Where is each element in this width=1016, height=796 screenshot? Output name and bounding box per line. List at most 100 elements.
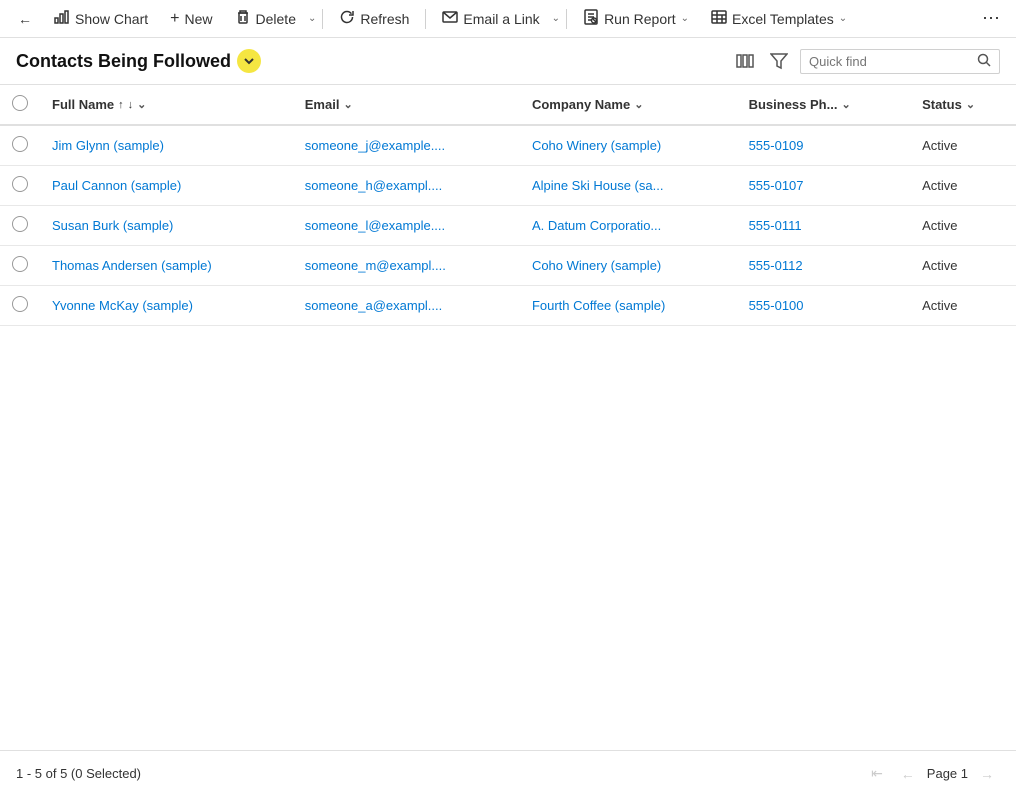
link-full-name[interactable]: Susan Burk (sample): [52, 218, 173, 233]
excel-templates-label: Excel Templates: [732, 11, 834, 27]
prev-page-button[interactable]: ←: [895, 762, 921, 786]
link-email[interactable]: someone_j@example....: [305, 138, 445, 153]
excel-icon: [711, 9, 727, 28]
report-icon: [583, 9, 599, 28]
header-actions: [732, 48, 1000, 74]
col-label-full-name: Full Name: [52, 97, 114, 112]
email-dropdown-arrow[interactable]: ⌄: [552, 13, 560, 24]
link-email[interactable]: someone_l@example....: [305, 218, 445, 233]
link-email[interactable]: someone_a@exampl....: [305, 298, 443, 313]
separator-3: [566, 9, 567, 29]
refresh-button[interactable]: Refresh: [329, 4, 419, 33]
col-header-status[interactable]: Status ⌄: [910, 85, 1016, 125]
view-title-dropdown[interactable]: [237, 49, 261, 73]
search-box: [800, 49, 1000, 74]
filter-button[interactable]: [766, 48, 792, 74]
cell-status: Active: [910, 125, 1016, 166]
row-checkbox[interactable]: [12, 256, 28, 272]
col-header-email[interactable]: Email ⌄: [293, 85, 520, 125]
col-label-business-phone: Business Ph...: [749, 97, 838, 112]
row-checkbox[interactable]: [12, 216, 28, 232]
link-business-phone[interactable]: 555-0111: [749, 218, 802, 233]
next-page-button[interactable]: →: [974, 762, 1000, 786]
page-label: Page 1: [927, 766, 968, 781]
col-dropdown-email[interactable]: ⌄: [343, 98, 352, 111]
row-select-cell: [0, 286, 40, 326]
search-input[interactable]: [809, 54, 977, 69]
cell-full-name: Susan Burk (sample): [40, 206, 293, 246]
cell-company-name: Coho Winery (sample): [520, 246, 737, 286]
refresh-label: Refresh: [360, 11, 409, 27]
cell-email: someone_m@exampl....: [293, 246, 520, 286]
link-full-name[interactable]: Yvonne McKay (sample): [52, 298, 193, 313]
more-options-button[interactable]: ⋯: [974, 3, 1008, 34]
show-chart-button[interactable]: Show Chart: [44, 4, 158, 33]
select-all-checkbox[interactable]: [12, 95, 28, 111]
link-business-phone[interactable]: 555-0100: [749, 298, 804, 313]
link-email[interactable]: someone_m@exampl....: [305, 258, 446, 273]
link-full-name[interactable]: Paul Cannon (sample): [52, 178, 181, 193]
cell-company-name: A. Datum Corporatio...: [520, 206, 737, 246]
status-badge: Active: [922, 298, 957, 313]
cell-email: someone_h@exampl....: [293, 166, 520, 206]
table-row: Yvonne McKay (sample) someone_a@exampl...…: [0, 286, 1016, 326]
col-dropdown-full-name[interactable]: ⌄: [137, 98, 146, 111]
table-body: Jim Glynn (sample) someone_j@example.... C…: [0, 125, 1016, 326]
view-title: Contacts Being Followed: [16, 49, 261, 73]
link-full-name[interactable]: Jim Glynn (sample): [52, 138, 164, 153]
link-full-name[interactable]: Thomas Andersen (sample): [52, 258, 212, 273]
col-header-full-name[interactable]: Full Name ↑ ↓ ⌄: [40, 85, 293, 125]
link-company-name[interactable]: Alpine Ski House (sa...: [532, 178, 664, 193]
link-company-name[interactable]: Fourth Coffee (sample): [532, 298, 665, 313]
email-link-button[interactable]: Email a Link: [432, 4, 549, 33]
col-label-status: Status: [922, 97, 962, 112]
back-icon: ←: [18, 11, 32, 27]
col-dropdown-status[interactable]: ⌄: [966, 98, 975, 111]
status-badge: Active: [922, 138, 957, 153]
new-label: New: [185, 11, 213, 27]
cell-status: Active: [910, 246, 1016, 286]
row-checkbox[interactable]: [12, 176, 28, 192]
row-checkbox[interactable]: [12, 296, 28, 312]
col-label-company-name: Company Name: [532, 97, 630, 112]
col-header-business-phone[interactable]: Business Ph... ⌄: [737, 85, 911, 125]
col-dropdown-business-phone[interactable]: ⌄: [841, 98, 850, 111]
link-business-phone[interactable]: 555-0109: [749, 138, 804, 153]
toolbar: ← Show Chart + New Delete ⌄: [0, 0, 1016, 38]
search-icon[interactable]: [977, 53, 991, 70]
link-business-phone[interactable]: 555-0112: [749, 258, 803, 273]
table-row: Jim Glynn (sample) someone_j@example.... C…: [0, 125, 1016, 166]
first-page-button[interactable]: ⇤: [865, 761, 889, 786]
cell-business-phone: 555-0112: [737, 246, 911, 286]
delete-dropdown-arrow[interactable]: ⌄: [308, 13, 316, 24]
row-checkbox[interactable]: [12, 136, 28, 152]
contacts-table: Full Name ↑ ↓ ⌄ Email ⌄ Company Name: [0, 85, 1016, 326]
column-chooser-button[interactable]: [732, 48, 758, 74]
delete-button[interactable]: Delete: [225, 4, 306, 33]
cell-email: someone_l@example....: [293, 206, 520, 246]
run-report-button[interactable]: Run Report ⌄: [573, 4, 699, 33]
back-button[interactable]: ←: [8, 6, 42, 32]
link-company-name[interactable]: A. Datum Corporatio...: [532, 218, 661, 233]
link-company-name[interactable]: Coho Winery (sample): [532, 138, 661, 153]
table-header-row: Full Name ↑ ↓ ⌄ Email ⌄ Company Name: [0, 85, 1016, 125]
email-link-label: Email a Link: [463, 11, 539, 27]
col-header-company-name[interactable]: Company Name ⌄: [520, 85, 737, 125]
excel-templates-button[interactable]: Excel Templates ⌄: [701, 4, 857, 33]
delete-icon: [235, 9, 251, 28]
new-button[interactable]: + New: [160, 5, 222, 33]
table-container: Full Name ↑ ↓ ⌄ Email ⌄ Company Name: [0, 85, 1016, 326]
col-dropdown-company-name[interactable]: ⌄: [634, 98, 643, 111]
table-row: Susan Burk (sample) someone_l@example....…: [0, 206, 1016, 246]
footer-info: 1 - 5 of 5 (0 Selected): [16, 766, 141, 781]
table-row: Thomas Andersen (sample) someone_m@exampl…: [0, 246, 1016, 286]
chart-icon: [54, 9, 70, 28]
link-business-phone[interactable]: 555-0107: [749, 178, 804, 193]
cell-status: Active: [910, 206, 1016, 246]
cell-company-name: Alpine Ski House (sa...: [520, 166, 737, 206]
select-all-header[interactable]: [0, 85, 40, 125]
refresh-icon: [339, 9, 355, 28]
cell-company-name: Fourth Coffee (sample): [520, 286, 737, 326]
link-company-name[interactable]: Coho Winery (sample): [532, 258, 661, 273]
link-email[interactable]: someone_h@exampl....: [305, 178, 443, 193]
